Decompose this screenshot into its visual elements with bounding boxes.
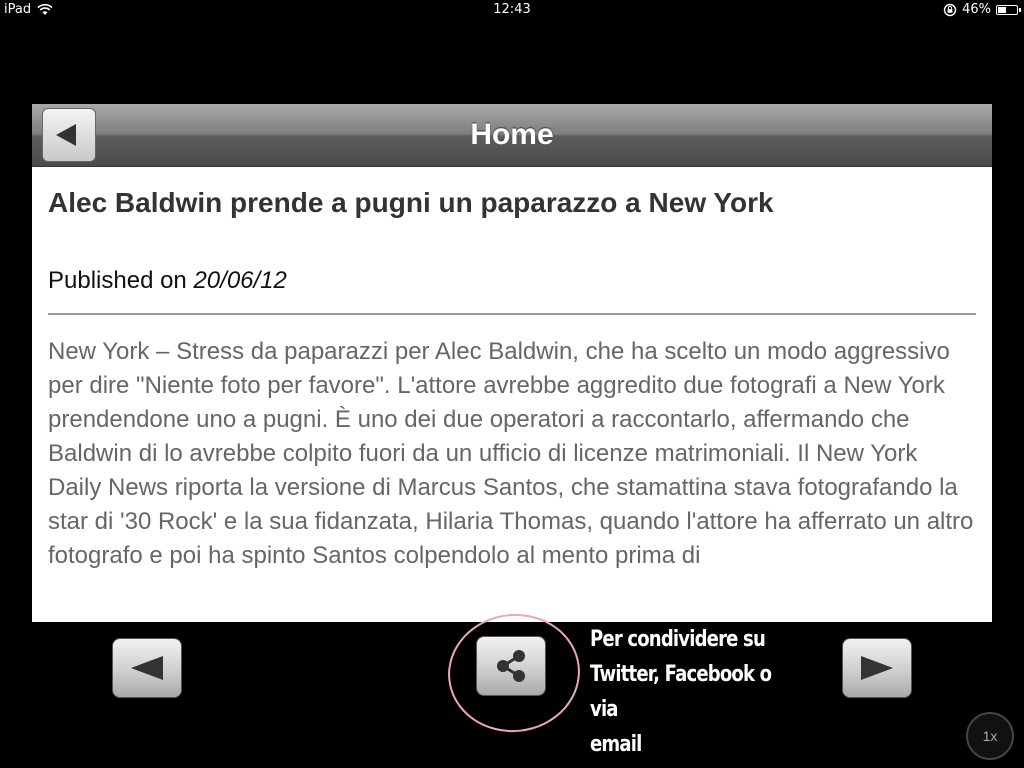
orientation-lock-icon [943,3,957,16]
status-time: 12:43 [493,2,531,17]
share-hint-line: email [590,732,642,757]
battery-percent: 46% [962,2,991,17]
share-icon [497,650,525,682]
published-label: Published on [48,267,187,294]
published-line: Published on 20/06/12 [48,267,976,295]
article-body[interactable]: New York – Stress da paparazzi per Alec … [48,335,976,573]
previous-article-button[interactable] [112,638,182,698]
published-date: 20/06/12 [193,267,287,294]
share-button[interactable] [476,636,546,696]
zoom-button[interactable]: 1x [966,712,1014,760]
article-title: Alec Baldwin prende a pugni un paparazzo… [48,187,774,218]
navigation-bar: Home [32,104,992,167]
divider [48,313,976,315]
share-hint-annotation: Per condividere su Twitter, Facebook o v… [590,622,787,762]
article: Alec Baldwin prende a pugni un paparazzo… [32,167,992,573]
share-hint-line: Twitter, Facebook o via [590,662,772,722]
app-window: Home Alec Baldwin prende a pugni un papa… [32,104,992,622]
status-bar: iPad 12:43 46% [0,0,1024,20]
ipad-screen: iPad 12:43 46% Home Alec Baldwin prende … [0,0,1024,768]
share-hint-line: Per condividere su [590,627,766,652]
previous-arrow-icon [131,656,163,680]
next-arrow-icon [861,656,893,680]
next-article-button[interactable] [842,638,912,698]
page-title: Home [470,118,554,151]
battery-icon [996,4,1021,15]
battery-fill [998,6,1007,13]
status-right: 46% [943,2,1021,17]
